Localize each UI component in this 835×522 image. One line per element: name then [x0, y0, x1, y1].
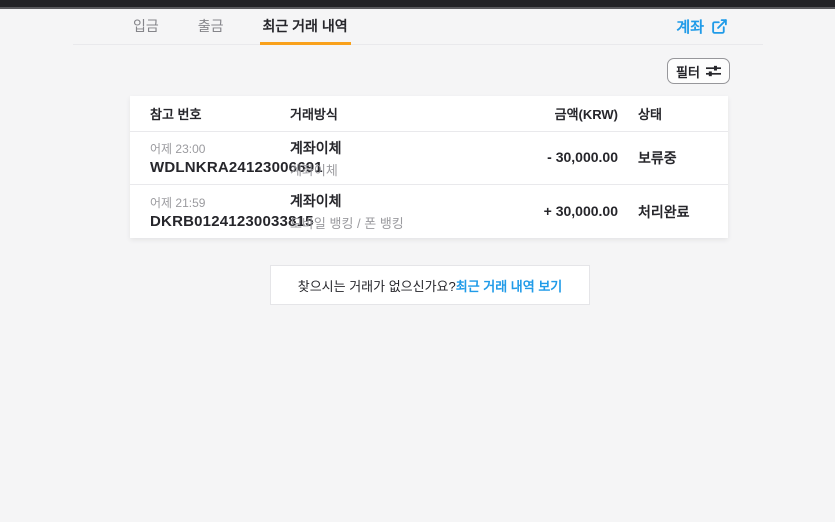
transaction-amount: - 30,000.00	[547, 149, 618, 165]
sliders-icon	[706, 64, 721, 78]
filter-button-label: 필터	[676, 62, 700, 81]
tab-recent-transactions[interactable]: 최근 거래 내역	[260, 9, 351, 45]
table-header-row: 참고 번호 거래방식 금액(KRW) 상태	[130, 96, 728, 132]
amount-cell: + 30,000.00	[468, 203, 618, 221]
header-status: 상태	[618, 104, 728, 123]
tab-bar: 입금 출금 최근 거래 내역 계좌	[0, 9, 835, 45]
notice-question: 찾으시는 거래가 없으신가요?	[298, 276, 456, 295]
recent-transactions-link[interactable]: 최근 거래 내역 보기	[456, 276, 563, 295]
reference-number: WDLNKRA24123006691	[150, 159, 290, 176]
status-cell: 보류중	[618, 148, 728, 168]
method-cell: 계좌이체 계좌이체	[290, 138, 468, 179]
status-badge: 보류중	[638, 150, 677, 166]
tab-deposit[interactable]: 입금	[130, 9, 162, 45]
notice-box: 찾으시는 거래가 없으신가요?최근 거래 내역 보기	[270, 265, 590, 305]
reference-number: DKRB01241230033815	[150, 213, 290, 230]
transaction-amount: + 30,000.00	[544, 203, 618, 219]
reference-cell: 어제 21:59 DKRB01241230033815	[130, 194, 290, 230]
transactions-table: 참고 번호 거래방식 금액(KRW) 상태 어제 23:00 WDLNKRA24…	[130, 96, 728, 238]
amount-cell: - 30,000.00	[468, 149, 618, 167]
status-cell: 처리완료	[618, 202, 728, 222]
header-reference-number: 참고 번호	[130, 104, 290, 123]
reference-cell: 어제 23:00 WDLNKRA24123006691	[130, 140, 290, 176]
table-row[interactable]: 어제 21:59 DKRB01241230033815 계좌이체 모바일 뱅킹 …	[130, 185, 728, 238]
tab-withdrawal[interactable]: 출금	[195, 9, 227, 45]
transaction-method: 계좌이체	[290, 191, 468, 211]
header-amount-krw: 금액(KRW)	[468, 104, 618, 123]
table-row[interactable]: 어제 23:00 WDLNKRA24123006691 계좌이체 계좌이체 - …	[130, 132, 728, 185]
transaction-time: 어제 23:00	[150, 140, 290, 157]
tabs: 입금 출금 최근 거래 내역	[130, 9, 351, 45]
account-link[interactable]: 계좌	[676, 9, 728, 43]
transaction-time: 어제 21:59	[150, 194, 290, 211]
external-link-icon	[711, 18, 728, 35]
account-link-label: 계좌	[676, 16, 704, 37]
transaction-method-detail: 계좌이체	[290, 160, 468, 179]
transaction-method-detail: 모바일 뱅킹 / 폰 뱅킹	[290, 213, 468, 232]
method-cell: 계좌이체 모바일 뱅킹 / 폰 뱅킹	[290, 191, 468, 232]
transaction-method: 계좌이체	[290, 138, 468, 158]
status-badge: 처리완료	[638, 204, 690, 220]
header-transaction-method: 거래방식	[290, 104, 468, 123]
filter-button[interactable]: 필터	[667, 58, 730, 84]
top-bar	[0, 0, 835, 9]
